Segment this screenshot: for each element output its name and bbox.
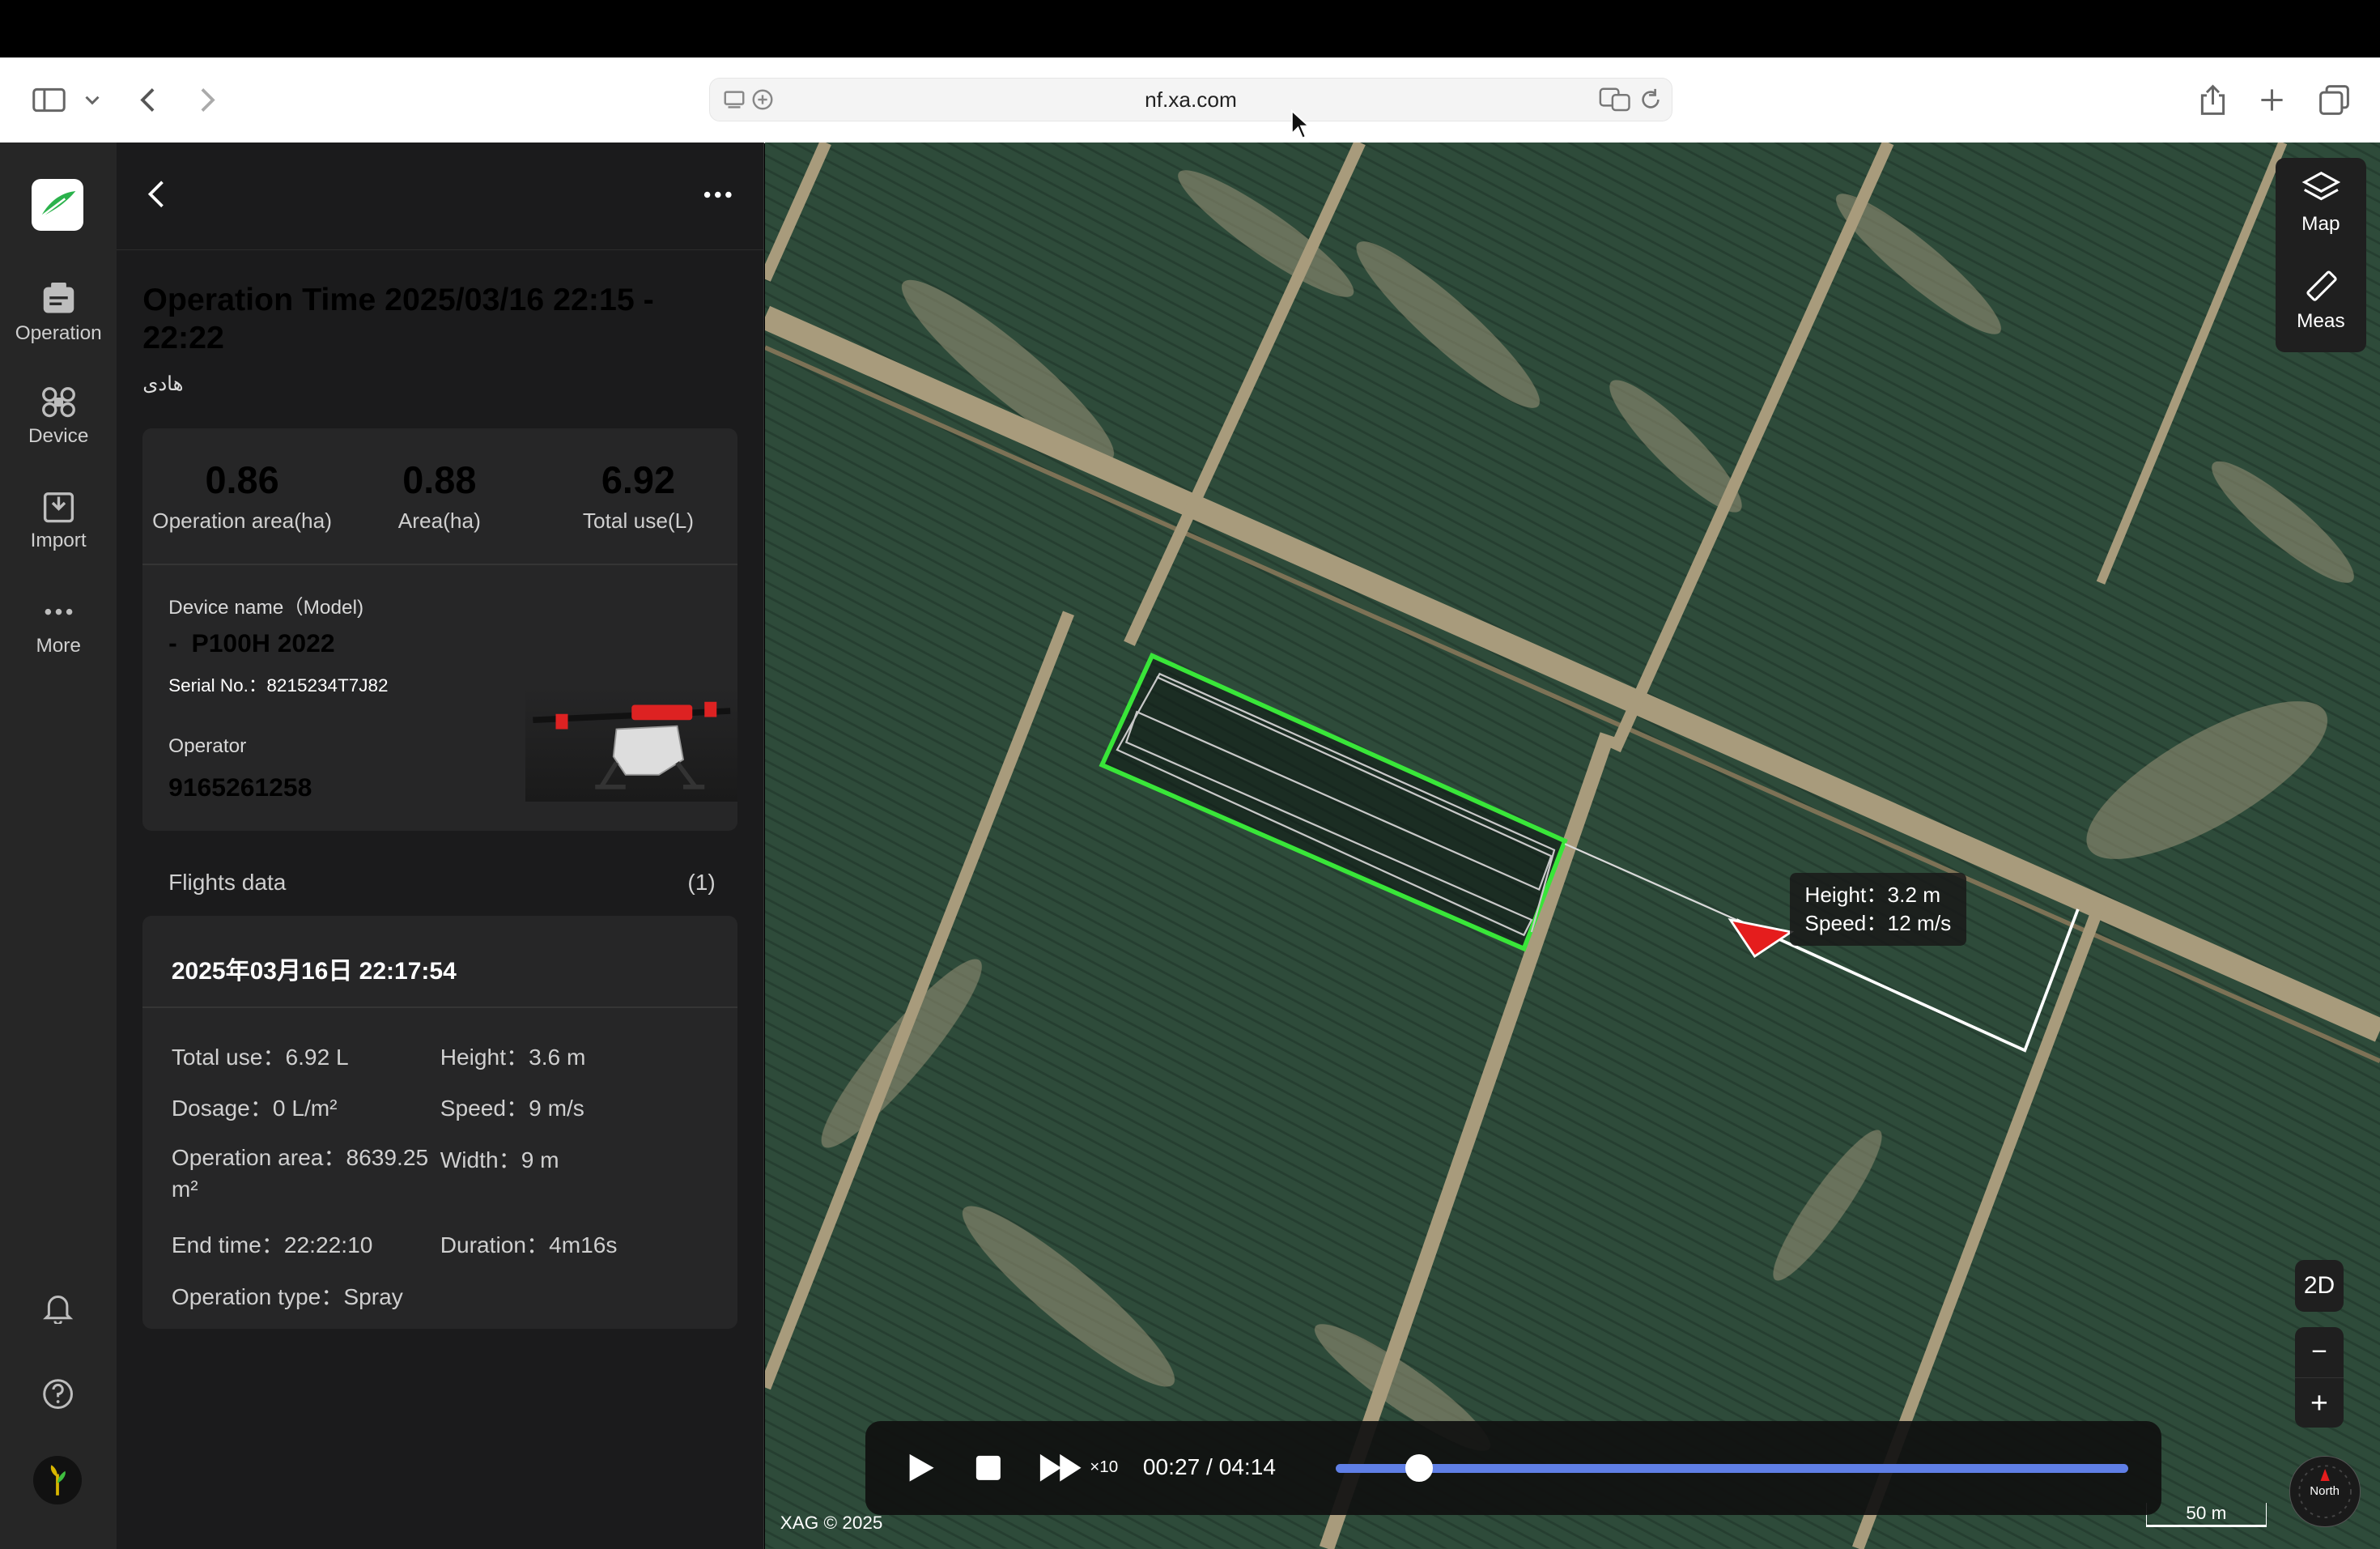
detail-speed: Speed：9 m/s [440, 1096, 584, 1121]
compass-label: North [2310, 1483, 2340, 1498]
detail-dosage: Dosage：0 L/m² [171, 1096, 338, 1121]
drone-telemetry-tooltip: Height：3.2 m Speed：12 m/s [1789, 873, 1967, 947]
agri-drone-icon [532, 701, 731, 789]
zoom-out-button[interactable]: − [2295, 1327, 2344, 1377]
rail-item-label: More [36, 634, 81, 657]
detail-operation-type: Operation type：Spray [171, 1283, 403, 1309]
flight-title: 2025年03月16日 22:17:54 [171, 957, 457, 985]
translate-icon[interactable] [1599, 86, 1632, 113]
playback-bar: ×10 00:27 / 04:14 [865, 1421, 2161, 1516]
more-icon [45, 608, 73, 615]
operator-nickname: هادی [142, 373, 184, 396]
drone-image [525, 686, 738, 802]
progress-thumb[interactable] [1405, 1454, 1433, 1482]
bell-icon[interactable] [41, 1291, 74, 1324]
divider [142, 563, 738, 565]
stat-area: 0.88 Area(ha) [340, 458, 539, 534]
screen-top-bar [0, 0, 2380, 58]
measure-label: Meas [2297, 310, 2345, 332]
detail-operation-area: Operation area：8639.25 m² [171, 1145, 429, 1202]
flight-card[interactable]: 2025年03月16日 22:17:54 Total use：6.92 L He… [142, 915, 738, 1329]
rail-item-more[interactable]: More [0, 595, 117, 657]
stat-value: 6.92 [601, 459, 676, 502]
wheat-icon [51, 1465, 66, 1496]
measure-button[interactable]: Meas [2276, 267, 2367, 333]
stat-label: Total use(L) [582, 508, 695, 533]
rail-item-device[interactable]: Device [0, 385, 117, 448]
operator-label: Operator [168, 734, 247, 757]
rail-item-label: Operation [15, 321, 102, 344]
rail-item-import[interactable]: Import [0, 491, 117, 553]
map-tools: Map Meas [2275, 158, 2367, 352]
serial-number: Serial No.：8215234T7J82 [168, 674, 389, 696]
rail-item-label: Import [30, 530, 87, 552]
rail-item-operation[interactable]: Operation [0, 282, 117, 345]
share-icon[interactable] [2195, 82, 2231, 118]
stat-label: Operation area(ha) [152, 508, 332, 533]
play-icon[interactable] [905, 1453, 936, 1483]
sidebar-toggle-icon[interactable] [31, 82, 67, 118]
ruler-icon [2306, 270, 2337, 301]
flights-data-label: Flights data [168, 870, 287, 896]
page-title: Operation Time 2025/03/16 22:15 - 22:22 [142, 281, 654, 355]
view-mode-toggle[interactable]: 2D [2295, 1260, 2344, 1312]
layers-icon [2301, 172, 2340, 201]
stop-icon[interactable] [975, 1454, 1002, 1482]
panel-header [117, 143, 764, 250]
detail-width: Width：9 m [440, 1147, 559, 1172]
reload-icon[interactable] [1638, 87, 1663, 112]
compass[interactable]: North [2289, 1456, 2361, 1528]
drone-icon [41, 387, 75, 418]
map-layer-label: Map [2301, 213, 2340, 235]
detail-height: Height：3.6 m [440, 1044, 586, 1070]
stat-total-use: 6.92 Total use(L) [539, 458, 738, 534]
url-text: nf.xa.com [1145, 87, 1237, 112]
avatar[interactable] [33, 1456, 83, 1505]
rail-item-label: Device [28, 425, 89, 447]
back-arrow-icon[interactable] [144, 179, 168, 210]
mouse-cursor-icon [1290, 109, 1311, 139]
help-icon[interactable] [41, 1377, 74, 1411]
stat-value: 0.86 [205, 459, 279, 502]
playback-time: 00:27 / 04:14 [1142, 1454, 1276, 1480]
satellite-map[interactable]: Height：3.2 m Speed：12 m/s Map Meas 2D − … [765, 143, 2380, 1549]
zoom-controls: − + [2295, 1326, 2344, 1428]
tabs-overview-icon[interactable] [2316, 82, 2352, 118]
divider [142, 1006, 738, 1008]
map-imagery [765, 143, 2380, 1549]
map-copyright: XAG © 2025 [780, 1512, 883, 1533]
new-tab-icon[interactable] [2254, 82, 2290, 118]
fast-forward-icon[interactable] [1039, 1453, 1084, 1483]
back-icon[interactable] [130, 82, 167, 118]
forward-icon[interactable] [189, 82, 225, 118]
address-bar[interactable]: nf.xa.com [708, 77, 1673, 122]
playback-speed[interactable]: ×10 [1090, 1458, 1118, 1477]
zoom-in-button[interactable]: + [2295, 1377, 2344, 1428]
flights-count: (1) [687, 870, 716, 896]
app-logo[interactable] [32, 179, 84, 231]
tooltip-height: Height：3.2 m [1804, 882, 1941, 907]
operation-icon [43, 282, 74, 313]
nav-rail: Operation Device Import More [0, 143, 117, 1549]
detail-end-time: End time：22:22:10 [171, 1232, 373, 1257]
stat-value: 0.88 [402, 459, 477, 502]
map-layer-button[interactable]: Map [2276, 170, 2367, 236]
browser-toolbar: nf.xa.com [0, 57, 2380, 144]
chevron-down-icon[interactable] [80, 82, 104, 118]
device-name: - P100H 2022 [168, 628, 335, 658]
import-icon [43, 492, 74, 522]
more-options-icon[interactable] [703, 189, 733, 201]
stat-label: Area(ha) [397, 508, 481, 533]
leaf-logo-icon [40, 191, 76, 219]
detail-duration: Duration：4m16s [440, 1232, 618, 1257]
operator-value: 9165261258 [168, 772, 312, 802]
scale-bar: 50 m [2146, 1503, 2267, 1527]
device-name-label: Device name（Model) [168, 597, 364, 619]
stat-operation-area: 0.86 Operation area(ha) [142, 458, 342, 534]
progress-track[interactable] [1336, 1454, 2128, 1482]
detail-total-use: Total use：6.92 L [171, 1044, 349, 1070]
summary-card: 0.86 Operation area(ha) 0.88 Area(ha) 6.… [142, 428, 738, 831]
tooltip-speed: Speed：12 m/s [1804, 911, 1952, 936]
